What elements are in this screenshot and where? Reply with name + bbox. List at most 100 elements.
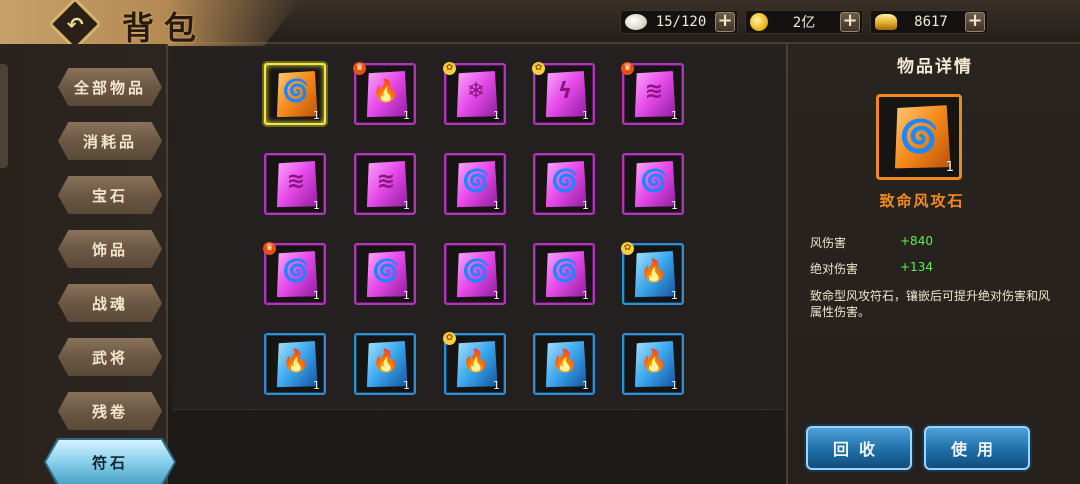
fire-icon: 🔥 [462, 349, 490, 374]
crown-badge-icon: ♛ [621, 62, 634, 75]
inventory-slot[interactable]: 🌀 1 [444, 153, 506, 215]
claw-icon: ≋ [644, 79, 664, 104]
ice-icon: ❄ [466, 79, 486, 104]
wind-icon: 🌀 [462, 259, 490, 284]
slot-quantity: 1 [313, 289, 320, 302]
add-ingot-button[interactable]: + [965, 12, 985, 32]
page-title: 背包 [122, 9, 207, 47]
slot-quantity: 1 [582, 199, 589, 212]
slot-quantity: 1 [493, 199, 500, 212]
crown-badge-icon: ♛ [353, 62, 366, 75]
stat-row: 绝对伤害 +134 [810, 260, 1070, 280]
gold-coin-icon [750, 13, 768, 31]
slot-quantity: 1 [313, 109, 320, 122]
slot-quantity: 1 [403, 379, 410, 392]
flower-badge-icon: ✿ [532, 62, 545, 75]
inventory-slot[interactable]: 🔥 1 ✿ [621, 242, 684, 305]
use-button[interactable]: 使用 [924, 426, 1030, 470]
slot-quantity: 1 [313, 199, 320, 212]
inventory-slot[interactable]: ❄ 1 ✿ [443, 62, 506, 125]
inventory-slot[interactable]: 🔥 1 [622, 333, 684, 395]
inventory-slot[interactable]: 🌀 1 [533, 153, 595, 215]
slot-quantity: 1 [582, 289, 589, 302]
stat-value: +840 [900, 234, 933, 248]
item-grid: 🌀 1 🔥 1 ♛ ❄ 1 ✿ ϟ 1 ✿ ≋ 1 ♛ ≋ 1 ≋ 1 🌀 1 🌀 1 🌀 1 🌀 1 ♛ 🌀 1 🌀 1 🌀 1 🔥 1 ✿ 🔥 1 🔥 1… [172, 48, 784, 410]
inventory-slot[interactable]: ϟ 1 ✿ [532, 62, 595, 125]
resource-coin: 2亿 + [745, 10, 863, 34]
crown-badge-icon: ♛ [263, 242, 276, 255]
slot-quantity: 1 [493, 379, 500, 392]
claw-icon: ≋ [376, 169, 396, 194]
wind-icon: 🌀 [462, 169, 490, 194]
stat-label: 风伤害 [810, 236, 847, 250]
slot-quantity: 1 [671, 109, 678, 122]
stat-label: 绝对伤害 [810, 262, 859, 276]
resource-ingot-value: 8617 [914, 14, 948, 30]
recycle-button[interactable]: 回收 [806, 426, 912, 470]
inventory-slot[interactable]: 🌀 1 [264, 63, 326, 125]
tornado-icon: 🌀 [899, 117, 939, 155]
back-arrow-icon: ↶ [66, 11, 84, 36]
slot-quantity: 1 [493, 109, 500, 122]
resource-egg: 15/120 + [620, 10, 738, 34]
wind-icon: 🌀 [282, 259, 310, 284]
nav-consumables[interactable]: 消耗品 [58, 122, 162, 160]
inventory-slot[interactable]: 🔥 1 [354, 333, 416, 395]
resource-coin-value: 2亿 [792, 15, 816, 31]
item-detail-panel: 物品详情 🌀 1 致命风攻石 风伤害 +840 绝对伤害 +134 致命型风攻符… [786, 44, 1080, 484]
detail-item-name: 致命风攻石 [879, 192, 965, 210]
inventory-slot[interactable]: 🔥 1 ✿ [443, 332, 506, 395]
detail-item-icon: 🌀 1 [876, 94, 962, 180]
nav-all-items[interactable]: 全部物品 [58, 68, 162, 106]
top-bar: ↶ 背包 15/120 + 2亿 + 8617 + [0, 0, 1080, 51]
inventory-slot[interactable]: 🌀 1 [533, 243, 595, 305]
slot-quantity: 1 [403, 289, 410, 302]
nav-fragments[interactable]: 残卷 [58, 392, 162, 430]
inventory-slot[interactable]: ≋ 1 ♛ [621, 62, 684, 125]
inventory-slot[interactable]: 🔥 1 [264, 333, 326, 395]
fire-icon: 🔥 [640, 259, 668, 284]
slot-quantity: 1 [582, 379, 589, 392]
item-description: 致命型风攻符石，镶嵌后可提升绝对伤害和风属性伤害。 [810, 289, 1051, 319]
nav-accessories[interactable]: 饰品 [58, 230, 162, 268]
nav-gems[interactable]: 宝石 [58, 176, 162, 214]
stat-row: 风伤害 +840 [810, 234, 1070, 254]
stat-value: +134 [900, 260, 933, 274]
sidebar-edge-handle [0, 64, 8, 168]
slot-quantity: 1 [313, 379, 320, 392]
nav-generals[interactable]: 武将 [58, 338, 162, 376]
wind-icon: 🌀 [372, 259, 400, 284]
fire-icon: 🔥 [551, 349, 579, 374]
inventory-slot[interactable]: 🌀 1 [354, 243, 416, 305]
fire-icon: 🔥 [372, 349, 400, 374]
nav-runestones[interactable]: 符石 [46, 440, 174, 484]
slot-quantity: 1 [403, 109, 410, 122]
add-egg-button[interactable]: + [715, 12, 735, 32]
add-coin-button[interactable]: + [840, 12, 860, 32]
flower-badge-icon: ✿ [443, 332, 456, 345]
inventory-slot[interactable]: ≋ 1 [264, 153, 326, 215]
slot-quantity: 1 [403, 199, 410, 212]
detail-item-qty: 1 [945, 160, 954, 175]
wind-icon: 🌀 [282, 79, 310, 104]
fire-icon: 🔥 [282, 349, 310, 374]
resource-ingot: 8617 + [870, 10, 988, 34]
lightning-icon: ϟ [557, 79, 573, 104]
inventory-slot[interactable]: 🔥 1 [533, 333, 595, 395]
fire-icon: 🔥 [372, 79, 400, 104]
inventory-slot[interactable]: 🌀 1 [444, 243, 506, 305]
slot-quantity: 1 [582, 109, 589, 122]
slot-quantity: 1 [671, 199, 678, 212]
inventory-slot[interactable]: ≋ 1 [354, 153, 416, 215]
slot-quantity: 1 [671, 379, 678, 392]
slot-quantity: 1 [493, 289, 500, 302]
flower-badge-icon: ✿ [621, 242, 634, 255]
inventory-slot[interactable]: 🌀 1 [622, 153, 684, 215]
inventory-slot[interactable]: 🌀 1 ♛ [263, 242, 326, 305]
inventory-slot[interactable]: 🔥 1 ♛ [353, 62, 416, 125]
resource-egg-value: 15/120 [655, 14, 707, 30]
fire-icon: 🔥 [640, 349, 668, 374]
detail-title: 物品详情 [897, 57, 973, 77]
nav-war-souls[interactable]: 战魂 [58, 284, 162, 322]
claw-icon: ≋ [286, 169, 306, 194]
